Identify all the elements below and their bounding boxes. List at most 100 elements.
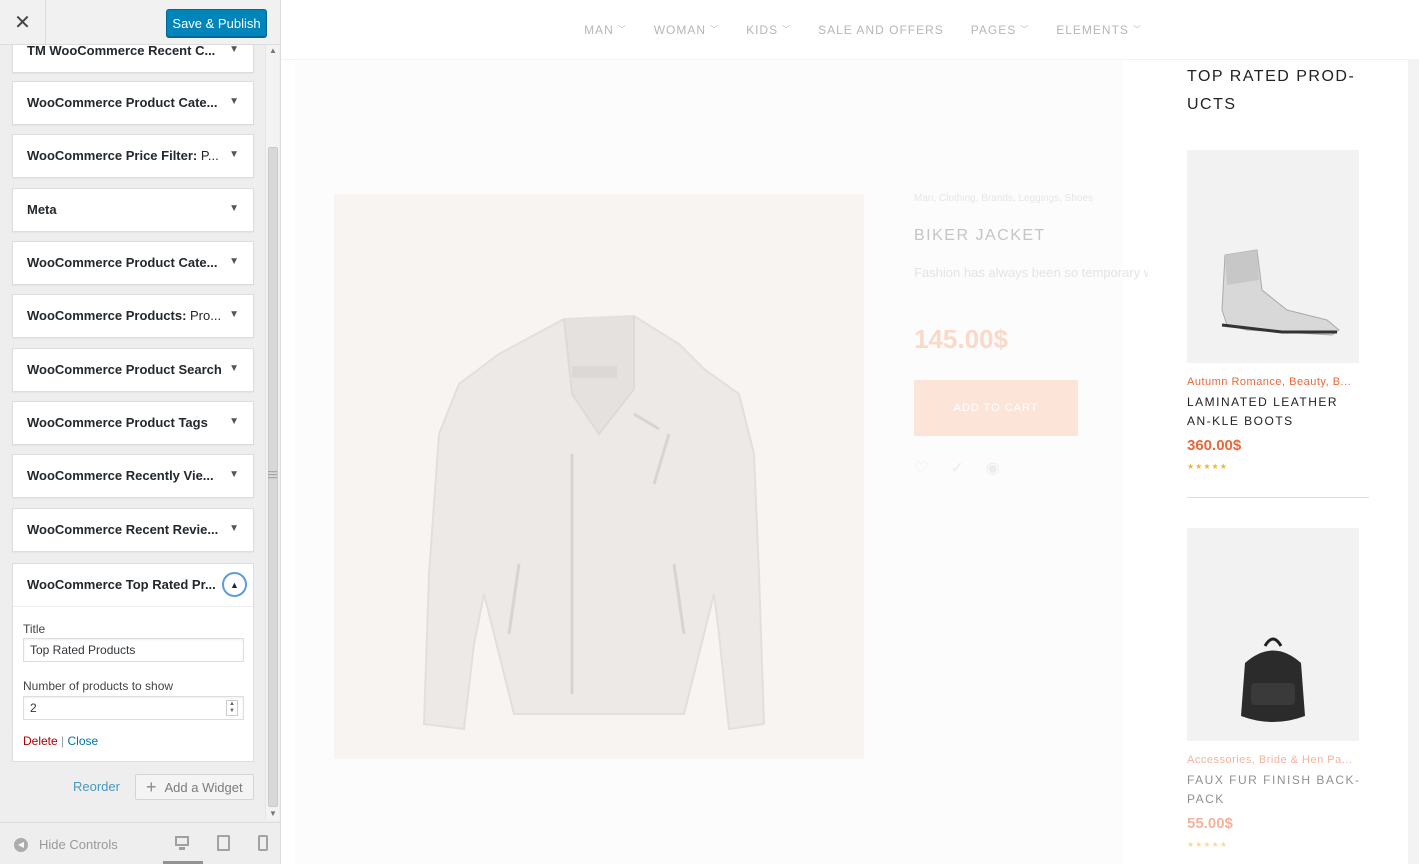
widget-title: WooCommerce Recent Revie...	[27, 522, 219, 537]
preview-scrollbar[interactable]	[1408, 60, 1419, 864]
main-navigation: MAN ﹀ WOMAN ﹀ KIDS ﹀ SALE AND OFFERS PAGES ﹀…	[281, 0, 1419, 60]
widget-title: WooCommerce Product Cate...	[27, 95, 218, 110]
widget-item[interactable]: WooCommerce Recently Vie... ▼	[12, 454, 254, 498]
spinner-arrows-icon[interactable]: ▲ ▼	[226, 700, 238, 716]
customizer-header: ✕ Save & Publish	[0, 0, 280, 45]
boot-image	[1221, 249, 1340, 336]
widget-title: WooCommerce Products:	[27, 308, 191, 323]
add-to-cart-button[interactable]: ADD TO CART	[914, 380, 1078, 436]
product-image[interactable]	[1187, 150, 1359, 363]
eye-icon[interactable]: ◉	[986, 458, 1000, 478]
product-categories: Man, Clothing, Brands, Leggings, Shoes	[914, 193, 1093, 204]
collapse-arrow-icon[interactable]: ▲	[222, 572, 247, 597]
widget-title: WooCommerce Price Filter:	[27, 148, 201, 163]
mobile-preview-icon[interactable]	[256, 835, 272, 851]
product-actions: ♡ ✓ ◉	[914, 458, 1000, 478]
widget-item[interactable]: WooCommerce Product Search ▼	[12, 348, 254, 392]
widget-title: WooCommerce Product Cate...	[27, 255, 218, 270]
chevron-down-icon: ﹀	[1020, 25, 1030, 34]
nav-item-man[interactable]: MAN ﹀	[584, 23, 627, 37]
collapse-left-icon: ◀	[14, 837, 28, 852]
product-price: 360.00$	[1187, 437, 1242, 454]
nav-item-sale[interactable]: SALE AND OFFERS	[818, 23, 944, 37]
expand-arrow-icon[interactable]: ▼	[229, 242, 239, 284]
hide-controls-button[interactable]: ◀ Hide Controls	[14, 837, 118, 852]
expand-arrow-icon[interactable]: ▼	[229, 189, 239, 231]
rating-stars: ★★★★★	[1187, 462, 1228, 471]
widget-title: WooCommerce Recently Vie...	[27, 468, 214, 483]
product-image	[334, 194, 864, 759]
expand-arrow-icon[interactable]: ▼	[229, 509, 239, 551]
product-categories[interactable]: Autumn Romance, Beauty, B...	[1187, 376, 1351, 388]
quickview-overlay: Man, Clothing, Brands, Leggings, Shoes B…	[295, 60, 1181, 864]
nav-item-kids[interactable]: KIDS ﹀	[746, 23, 791, 37]
widget-title: Meta	[27, 202, 57, 217]
widget-title: TM WooCommerce Recent C...	[27, 45, 216, 58]
expand-arrow-icon[interactable]: ▼	[229, 349, 239, 391]
close-link[interactable]: Close	[68, 734, 99, 748]
expand-arrow-icon[interactable]: ▼	[229, 45, 239, 72]
nav-item-woman[interactable]: WOMAN ﹀	[654, 23, 719, 37]
nav-item-pages[interactable]: PAGES ﹀	[971, 23, 1029, 37]
product-name[interactable]: LAMINATED LEATHER AN-KLE BOOTS	[1187, 393, 1367, 431]
widget-item[interactable]: WooCommerce Recent Revie... ▼	[12, 508, 254, 552]
divider	[13, 606, 253, 607]
widget-item[interactable]: WooCommerce Product Cate... ▼	[12, 81, 254, 125]
product-title: BIKER JACKET	[914, 227, 1046, 244]
count-field-label: Number of products to show	[23, 679, 174, 693]
close-customizer-button[interactable]: ✕	[0, 0, 46, 45]
compare-check-icon[interactable]: ✓	[950, 458, 963, 478]
chevron-down-icon: ﹀	[710, 25, 720, 34]
delete-link[interactable]: Delete	[23, 734, 58, 748]
expand-arrow-icon[interactable]: ▼	[229, 402, 239, 444]
widget-item[interactable]: WooCommerce Product Tags ▼	[12, 401, 254, 445]
title-field-label: Title	[23, 622, 46, 636]
save-publish-button[interactable]: Save & Publish	[166, 9, 267, 37]
product-image[interactable]	[1187, 528, 1359, 741]
title-input[interactable]: Top Rated Products	[23, 638, 244, 662]
expand-arrow-icon[interactable]: ▼	[229, 82, 239, 124]
product-count-value: 2	[30, 701, 37, 715]
customizer-panel: ✕ Save & Publish TM WooCommerce Recent C…	[0, 0, 281, 864]
widget-title: WooCommerce Product Tags	[27, 415, 208, 430]
desktop-preview-icon[interactable]	[174, 835, 190, 851]
widget-item[interactable]: Meta ▼	[12, 188, 254, 232]
customizer-scrollbar[interactable]: ▲ ― ― ― ▼	[265, 45, 279, 820]
tablet-preview-icon[interactable]	[216, 835, 232, 851]
scroll-down-arrow-icon[interactable]: ▼	[266, 808, 280, 820]
chevron-down-icon: ﹀	[1132, 25, 1142, 34]
product-count-input[interactable]: 2 ▲ ▼	[23, 696, 244, 720]
product-price: 145.00$	[914, 324, 1008, 354]
close-icon: ✕	[14, 12, 31, 34]
product-name[interactable]: FAUX FUR FINISH BACK-PACK	[1187, 771, 1367, 809]
widget-item[interactable]: WooCommerce Product Cate... ▼	[12, 241, 254, 285]
expand-arrow-icon[interactable]: ▼	[229, 455, 239, 497]
product-price: 55.00$	[1187, 815, 1233, 832]
add-widget-button[interactable]: + Add a Widget	[135, 774, 254, 800]
chevron-down-icon: ﹀	[617, 25, 627, 34]
scroll-up-arrow-icon[interactable]: ▲	[266, 45, 280, 57]
customizer-footer: ◀ Hide Controls	[0, 822, 280, 864]
widget-heading: TOP RATED PROD-UCTS	[1187, 68, 1356, 113]
product-divider	[1187, 497, 1369, 498]
nav-item-elements[interactable]: ELEMENTS ﹀	[1056, 23, 1142, 37]
widget-title[interactable]: WooCommerce Top Rated Pr...	[27, 564, 216, 606]
widget-title: WooCommerce Product Search	[27, 362, 222, 377]
product-categories[interactable]: Accessories, Bride & Hen Pa...	[1187, 754, 1352, 766]
jacket-image	[422, 314, 766, 731]
expand-arrow-icon[interactable]: ▼	[229, 295, 239, 337]
backpack-image	[1241, 637, 1305, 722]
site-preview: MAN ﹀ WOMAN ﹀ KIDS ﹀ SALE AND OFFERS PAGES ﹀…	[281, 0, 1419, 864]
widgets-list: TM WooCommerce Recent C... ▼ WooCommerce…	[0, 45, 280, 820]
expand-arrow-icon[interactable]: ▼	[229, 135, 239, 177]
action-separator: |	[61, 734, 65, 748]
reorder-link[interactable]: Reorder	[73, 779, 120, 794]
widget-item[interactable]: WooCommerce Price Filter: P... ▼	[12, 134, 254, 178]
widget-item[interactable]: TM WooCommerce Recent C... ▼	[12, 45, 254, 73]
widget-item[interactable]: WooCommerce Products: Pro... ▼	[12, 294, 254, 338]
rating-stars: ★★★★★	[1187, 840, 1228, 849]
add-widget-label: Add a Widget	[164, 779, 243, 795]
plus-icon: +	[146, 776, 157, 797]
heart-icon[interactable]: ♡	[914, 458, 928, 478]
scrollbar-grip-icon: ― ― ―	[268, 466, 277, 482]
